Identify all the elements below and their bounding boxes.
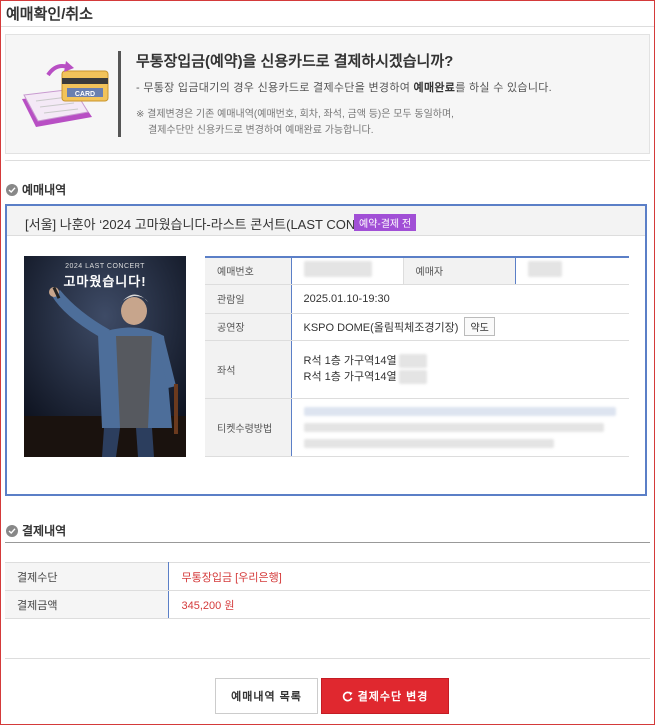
payment-change-notice: CARD 무통장입금(예약)을 신용카드로 결제하시겠습니까? - 무통장 입금… bbox=[5, 34, 650, 154]
booker-label: 예매자 bbox=[402, 257, 516, 285]
booking-no-value bbox=[291, 257, 403, 285]
check-circle-icon bbox=[6, 524, 18, 537]
ticket-method-value bbox=[291, 398, 629, 457]
ticket-method-row: 티켓수령방법 bbox=[205, 398, 629, 457]
reservation-section-title: 예매내역 bbox=[6, 181, 66, 198]
show-title[interactable]: [서울] 나훈아 ‘2024 고마웠습니다-라스트 콘서트(LAST CON.. bbox=[25, 214, 362, 233]
seat-2-text: R석 1층 가구역14열 bbox=[303, 371, 397, 383]
booking-row: 예매번호 예매자 bbox=[205, 257, 629, 285]
concert-poster: 2024 LAST CONCERT 고마웠습니다! bbox=[24, 256, 186, 457]
seat-1-redacted bbox=[398, 354, 427, 368]
venue-label: 공연장 bbox=[205, 313, 292, 341]
change-payment-button-label: 결제수단 변경 bbox=[357, 691, 429, 703]
notice-subline-bold: 예매완료 bbox=[413, 82, 456, 94]
map-button[interactable]: 약도 bbox=[464, 317, 495, 336]
footer-divider bbox=[5, 658, 650, 659]
title-divider bbox=[1, 26, 654, 27]
reservation-card: [서울] 나훈아 ‘2024 고마웠습니다-라스트 콘서트(LAST CON..… bbox=[5, 204, 647, 496]
notice-note-line2: 결제수단만 신용카드로 변경하여 예매완료 가능합니다. bbox=[148, 125, 374, 136]
date-row: 관람일 2025.01.10-19:30 bbox=[205, 284, 629, 314]
ticket-method-redacted-3 bbox=[303, 438, 554, 448]
poster-title-text: 고마웠습니다! bbox=[63, 274, 147, 289]
payment-amount-value: 345,200 원 bbox=[168, 590, 650, 619]
card-label: CARD bbox=[75, 91, 95, 98]
notice-note-line1: ※ 결제변경은 기존 예매내역(예매번호, 회차, 좌석, 금액 등)은 모두 … bbox=[136, 109, 454, 120]
refresh-icon bbox=[342, 690, 353, 701]
card-wallet-illustration: CARD bbox=[22, 61, 109, 127]
notice-subline-suffix: 를 하실 수 있습니다. bbox=[455, 82, 553, 94]
seats-row: 좌석 R석 1층 가구역14열 R석 1층 가구역14열 bbox=[205, 340, 630, 399]
notice-subline: - 무통장 입금대기의 경우 신용카드로 결제수단을 변경하여 예매완료를 하실… bbox=[136, 79, 552, 95]
payment-method-value: 무통장입금 [우리은행] bbox=[168, 562, 650, 591]
booking-no-label: 예매번호 bbox=[205, 257, 292, 285]
venue-value: KSPO DOME(올림픽체조경기장) bbox=[303, 322, 459, 334]
seat-line-1: R석 1층 가구역14열 bbox=[304, 353, 630, 369]
seats-value: R석 1층 가구역14열 R석 1층 가구역14열 bbox=[291, 340, 630, 399]
date-label: 관람일 bbox=[205, 284, 292, 314]
ticket-method-redacted-2 bbox=[303, 422, 604, 432]
booking-list-button[interactable]: 예매내역 목록 bbox=[215, 678, 318, 714]
seat-2-redacted bbox=[398, 370, 427, 384]
booking-no-redacted bbox=[303, 261, 372, 278]
date-value: 2025.01.10-19:30 bbox=[291, 284, 629, 314]
payment-amount-label: 결제금액 bbox=[5, 590, 169, 619]
section-divider bbox=[5, 160, 650, 161]
page-title: 예매확인/취소 bbox=[6, 6, 93, 23]
payment-section-label: 결제내역 bbox=[22, 524, 67, 538]
change-payment-button[interactable]: 결제수단 변경 bbox=[321, 678, 449, 714]
reservation-section-label: 예매내역 bbox=[22, 183, 67, 197]
venue-cell: KSPO DOME(올림픽체조경기장) 약도 bbox=[291, 313, 629, 341]
booker-redacted bbox=[527, 261, 562, 278]
check-circle-icon bbox=[6, 183, 18, 196]
notice-subline-text: - 무통장 입금대기의 경우 신용카드로 결제수단을 변경하여 bbox=[136, 82, 414, 94]
payment-method-row: 결제수단 무통장입금 [우리은행] bbox=[5, 562, 650, 591]
notice-divider bbox=[118, 51, 121, 137]
payment-table: 결제수단 무통장입금 [우리은행] 결제금액 345,200 원 bbox=[5, 562, 650, 619]
payment-method-label: 결제수단 bbox=[5, 562, 169, 591]
ticket-method-label: 티켓수령방법 bbox=[205, 398, 292, 457]
notice-headline: 무통장입금(예약)을 신용카드로 결제하시겠습니까? bbox=[136, 53, 454, 70]
payment-section-divider bbox=[5, 542, 650, 543]
seat-1-text: R석 1층 가구역14열 bbox=[303, 355, 397, 367]
booker-value bbox=[515, 257, 629, 285]
seats-label: 좌석 bbox=[205, 340, 292, 399]
venue-row: 공연장 KSPO DOME(올림픽체조경기장) 약도 bbox=[205, 313, 629, 341]
reservation-card-header: [서울] 나훈아 ‘2024 고마웠습니다-라스트 콘서트(LAST CON..… bbox=[7, 206, 645, 236]
reservation-info-table: 예매번호 예매자 관람일 2025.01.10-19:30 공연장 KSPO D… bbox=[205, 256, 629, 457]
notice-note: ※ 결제변경은 기존 예매내역(예매번호, 회차, 좌석, 금액 등)은 모두 … bbox=[136, 107, 454, 139]
status-badge: 예약-결제 전 bbox=[354, 214, 417, 231]
ticket-method-redacted-1 bbox=[303, 406, 616, 416]
seat-line-2: R석 1층 가구역14열 bbox=[304, 369, 630, 385]
booking-list-button-label: 예매내역 목록 bbox=[231, 691, 302, 703]
poster-top-text: 2024 LAST CONCERT bbox=[65, 263, 145, 270]
payment-section-title: 결제내역 bbox=[6, 522, 66, 539]
payment-amount-row: 결제금액 345,200 원 bbox=[5, 590, 650, 619]
